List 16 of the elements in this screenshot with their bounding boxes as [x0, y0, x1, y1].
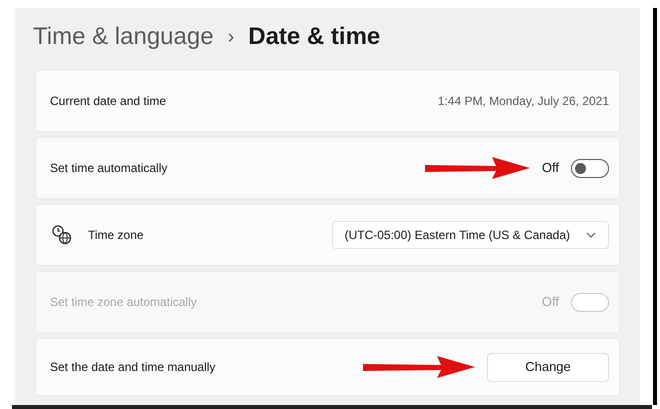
row-label: Set time automatically — [50, 160, 168, 177]
toggle-switch[interactable] — [571, 158, 609, 178]
breadcrumb-parent[interactable]: Time & language — [33, 19, 214, 55]
toggle-state: Off — [542, 159, 559, 178]
breadcrumb-separator: › — [228, 25, 234, 50]
time-zone-dropdown[interactable]: (UTC-05:00) Eastern Time (US & Canada) — [332, 221, 609, 249]
clock-globe-icon — [52, 225, 72, 245]
row-value: 1:44 PM, Monday, July 26, 2021 — [438, 93, 609, 110]
page-title: Date & time — [248, 22, 380, 52]
chevron-down-icon — [586, 232, 596, 238]
row-label: Current date and time — [50, 93, 166, 110]
row-label: Set the date and time manually — [50, 359, 216, 376]
row-label: Set time zone automatically — [50, 294, 197, 311]
row-label: Time zone — [88, 227, 144, 244]
toggle-state: Off — [542, 293, 559, 312]
change-button[interactable]: Change — [487, 352, 609, 382]
